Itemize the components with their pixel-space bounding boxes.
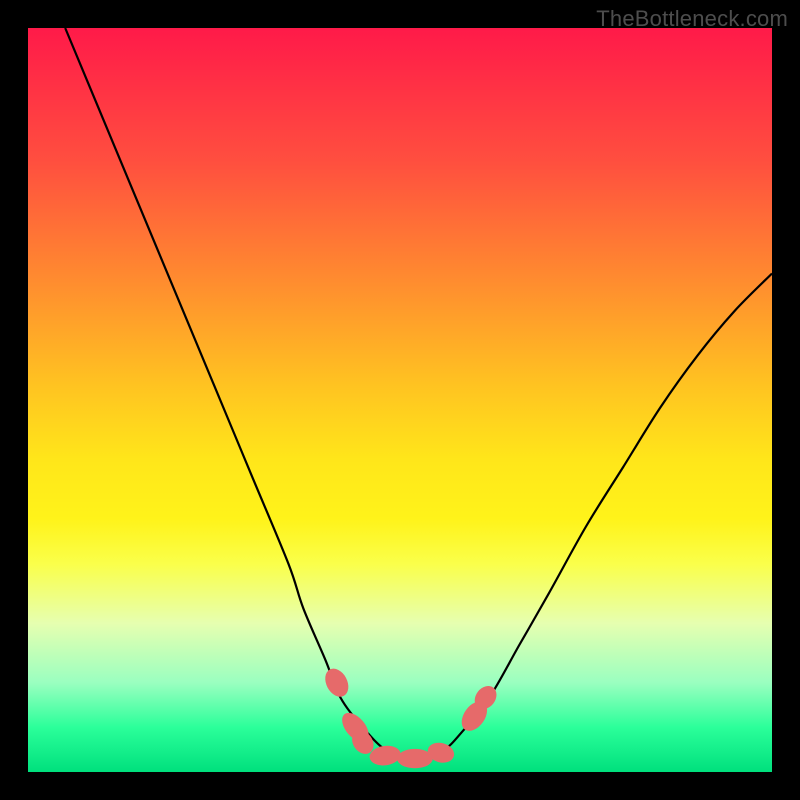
- chart-markers: [321, 665, 501, 769]
- bottleneck-curve: [65, 28, 772, 758]
- watermark-text: TheBottleneck.com: [596, 6, 788, 32]
- chart-marker: [368, 744, 402, 768]
- chart-svg: [28, 28, 772, 772]
- chart-plot-area: [28, 28, 772, 772]
- chart-frame: TheBottleneck.com: [0, 0, 800, 800]
- chart-marker: [397, 749, 433, 768]
- chart-marker: [321, 665, 353, 701]
